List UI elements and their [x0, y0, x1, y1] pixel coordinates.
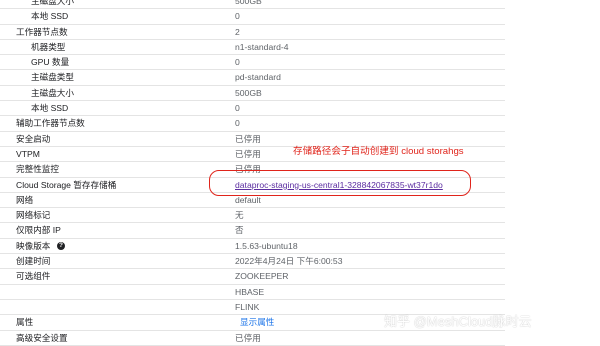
detail-value: 0 — [235, 57, 240, 68]
annotation-text: 存储路径会子自动创建到 cloud storahgs — [293, 146, 464, 157]
detail-label: 本地 SSD — [31, 103, 69, 114]
detail-label: 创建时间 — [16, 256, 51, 267]
detail-value: 0 — [235, 103, 240, 114]
detail-row: 网络标记 无 — [0, 208, 505, 224]
detail-label: 安全启动 — [16, 133, 51, 144]
detail-value: 500GB — [235, 0, 262, 6]
detail-row: 主磁盘类型 pd-standard — [0, 70, 505, 86]
detail-label: 网络 — [16, 194, 34, 205]
detail-label: 机器类型 — [31, 41, 66, 52]
detail-value: 500GB — [235, 87, 262, 98]
detail-row: GPU 数量 0 — [0, 55, 505, 71]
detail-row: 可选组件 ZOOKEEPER — [0, 269, 505, 285]
detail-value: 2022年4月24日 下午6:00:53 — [235, 256, 343, 267]
detail-label: 属性 — [16, 317, 34, 328]
detail-row: 辅助工作器节点数 0 — [0, 116, 505, 132]
help-icon[interactable]: ? — [57, 242, 65, 251]
detail-value: ZOOKEEPER — [235, 271, 289, 282]
detail-label: 工作器节点数 — [16, 26, 68, 37]
detail-row: 映像版本? 1.5.63-ubuntu18 — [0, 239, 505, 255]
watermark: 知乎 @MeshCloud脉时云 — [384, 314, 532, 329]
detail-label: VTPM — [16, 148, 40, 159]
detail-row: 本地 SSD 0 — [0, 9, 505, 25]
detail-label: 主磁盘大小 — [31, 87, 74, 98]
detail-row: 工作器节点数 2 — [0, 25, 505, 40]
detail-row: 机器类型 n1-standard-4 — [0, 40, 505, 56]
detail-row: 主磁盘大小 500GB — [0, 86, 505, 102]
detail-label: 本地 SSD — [31, 11, 69, 22]
detail-value: 无 — [235, 210, 244, 221]
detail-value: HBASE — [235, 286, 265, 297]
show-properties-link[interactable]: 显示属性 — [240, 315, 274, 330]
detail-label: GPU 数量 — [31, 57, 70, 68]
annotation-highlight-box — [209, 170, 471, 196]
detail-value: 已停用 — [235, 148, 261, 159]
detail-row: HBASE — [0, 285, 505, 300]
detail-value: 2 — [235, 26, 240, 37]
detail-value: pd-standard — [235, 72, 281, 83]
detail-row: 本地 SSD 0 — [0, 101, 505, 117]
detail-label: 主磁盘类型 — [31, 72, 74, 83]
detail-label: 网络标记 — [16, 210, 51, 221]
detail-label: 完整性监控 — [16, 164, 59, 175]
detail-row: 高级安全设置 已停用 — [0, 331, 505, 346]
detail-value: 0 — [235, 11, 240, 22]
detail-value: 否 — [235, 225, 244, 236]
detail-value: 1.5.63-ubuntu18 — [235, 240, 298, 251]
detail-row: 主磁盘大小 500GB — [0, 0, 505, 10]
detail-label: 主磁盘大小 — [31, 0, 74, 6]
detail-value: 0 — [235, 118, 240, 129]
detail-row: 仅限内部 IP 否 — [0, 223, 505, 239]
detail-label: Cloud Storage 暂存存储桶 — [16, 179, 117, 190]
detail-label: 映像版本 — [16, 240, 51, 251]
detail-value: 已停用 — [235, 332, 261, 343]
detail-label: 辅助工作器节点数 — [16, 118, 85, 129]
detail-value: FLINK — [235, 301, 260, 312]
detail-value: n1-standard-4 — [235, 41, 289, 52]
detail-value: 已停用 — [235, 133, 261, 144]
detail-label: 仅限内部 IP — [16, 225, 61, 236]
detail-label: 高级安全设置 — [16, 332, 68, 343]
detail-label: 可选组件 — [16, 271, 51, 282]
detail-row: 创建时间 2022年4月24日 下午6:00:53 — [0, 254, 505, 270]
